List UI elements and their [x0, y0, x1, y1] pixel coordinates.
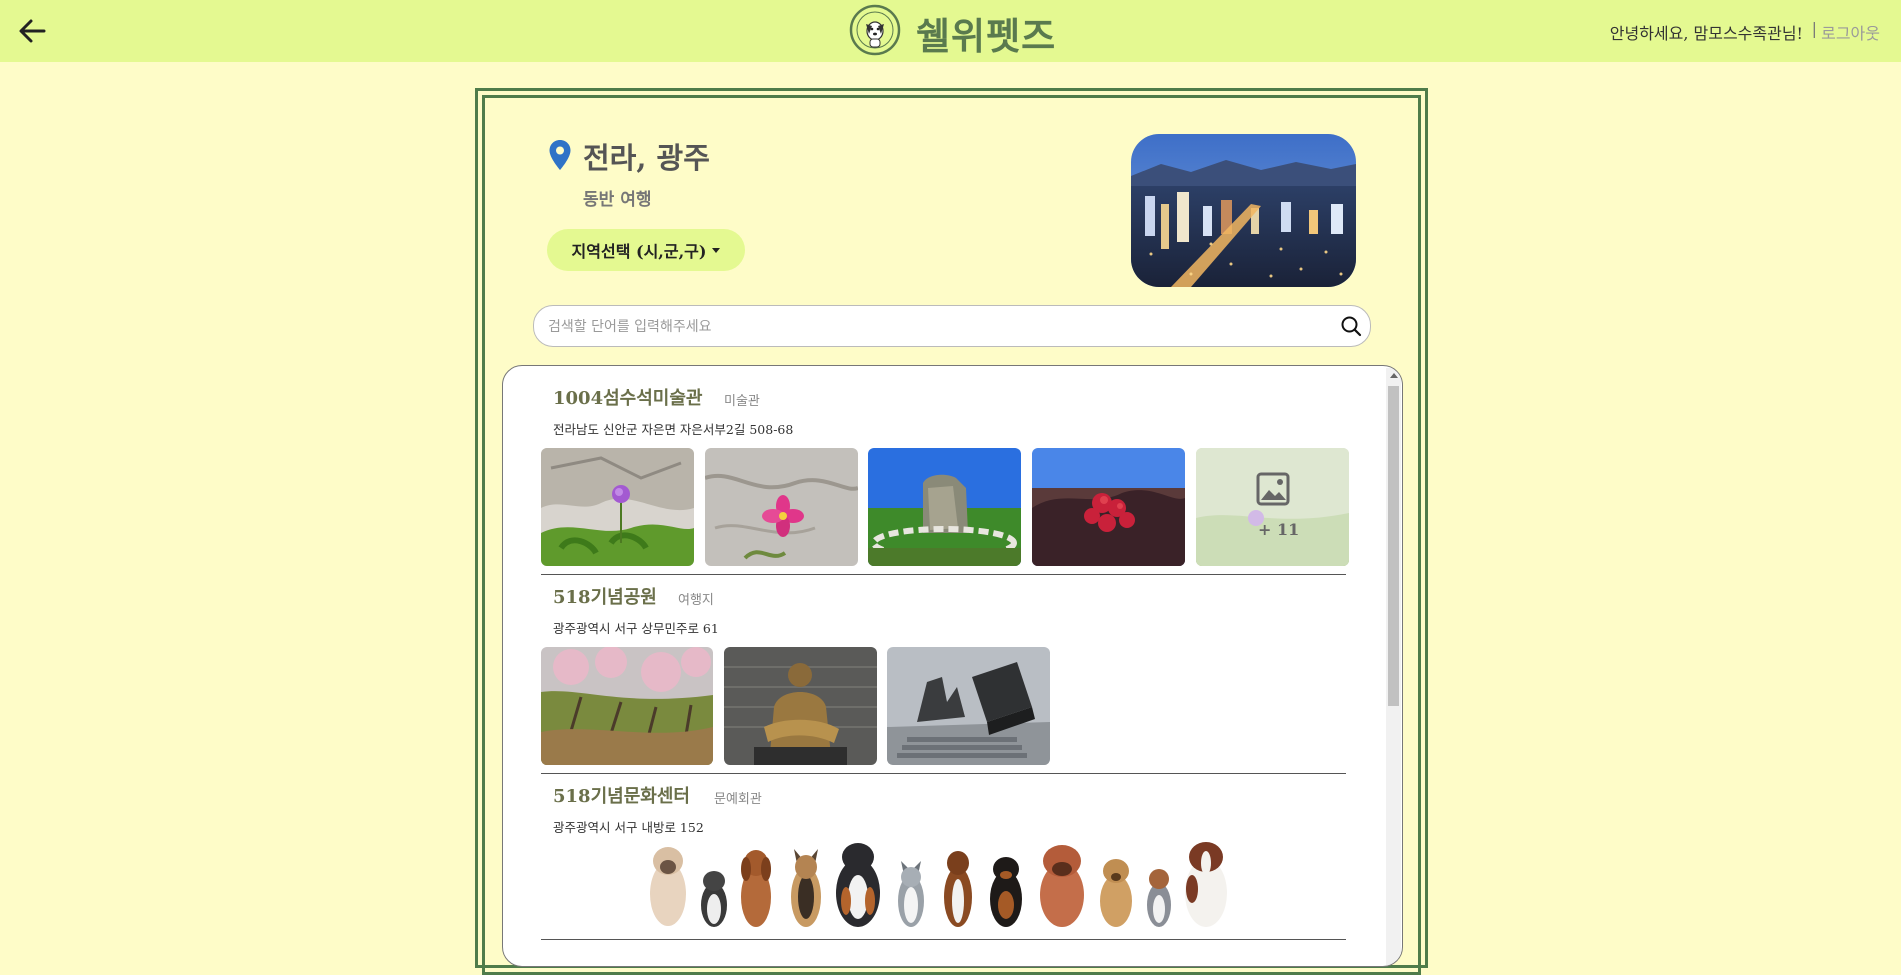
search-bar [533, 305, 1371, 347]
place-category: 문예회관 [714, 792, 762, 807]
place-category: 여행지 [678, 593, 714, 608]
place-divider [541, 939, 1346, 940]
place-name[interactable]: 518기념공원 [553, 583, 657, 609]
place-photo[interactable] [1032, 448, 1185, 566]
region-subtitle: 동반 여행 [583, 190, 652, 210]
dogs-placeholder-illustration [650, 842, 1227, 927]
place-photo[interactable] [868, 448, 1021, 566]
place-divider [541, 773, 1346, 774]
search-input[interactable] [546, 314, 1330, 340]
place-name[interactable]: 1004섬수석미술관 [553, 384, 702, 410]
region-photo [1131, 134, 1356, 287]
back-arrow-icon[interactable] [14, 13, 50, 49]
location-pin-icon [549, 140, 571, 170]
more-photos-overlay [1196, 448, 1349, 566]
caret-down-icon [712, 247, 721, 253]
more-photos-count: + 11 [1258, 520, 1300, 539]
image-icon [1256, 472, 1290, 506]
top-bar: 쉘위펫즈 안녕하세요, 맘모스수족관님! | 로그아웃 [0, 0, 1901, 62]
place-photo[interactable] [705, 448, 858, 566]
place-photo[interactable] [541, 448, 694, 566]
place-name[interactable]: 518기념문화센터 [553, 782, 690, 808]
greeting-text: 안녕하세요, 맘모스수족관님! [1609, 24, 1803, 43]
search-icon[interactable] [1340, 315, 1362, 337]
header-separator: | [1811, 19, 1817, 38]
place-list[interactable]: 1004섬수석미술관 미술관 전라남도 신안군 자은면 자은서부2길 508-6… [502, 365, 1403, 967]
region-select-label: 지역선택 (시,군,구) [571, 242, 707, 261]
brand-logo[interactable] [849, 4, 901, 56]
place-address: 광주광역시 서구 상무민주로 61 [553, 621, 719, 636]
place-photo[interactable] [724, 647, 877, 765]
more-photos-button[interactable]: + 11 [1196, 448, 1349, 566]
region-title: 전라, 광주 [583, 141, 710, 175]
place-address: 광주광역시 서구 내방로 152 [553, 820, 704, 835]
place-address: 전라남도 신안군 자은면 자은서부2길 508-68 [553, 422, 794, 437]
region-select-dropdown[interactable]: 지역선택 (시,군,구) [547, 229, 745, 271]
scroll-up-arrow-icon[interactable] [1390, 373, 1398, 378]
place-category: 미술관 [724, 394, 760, 409]
logout-link[interactable]: 로그아웃 [1821, 20, 1880, 44]
place-photo[interactable] [541, 647, 713, 765]
list-scrollbar[interactable] [1386, 368, 1401, 966]
scrollbar-thumb[interactable] [1388, 386, 1399, 706]
brand-name[interactable]: 쉘위펫즈 [916, 6, 1056, 60]
place-photo[interactable] [887, 647, 1050, 765]
place-divider [541, 574, 1346, 575]
